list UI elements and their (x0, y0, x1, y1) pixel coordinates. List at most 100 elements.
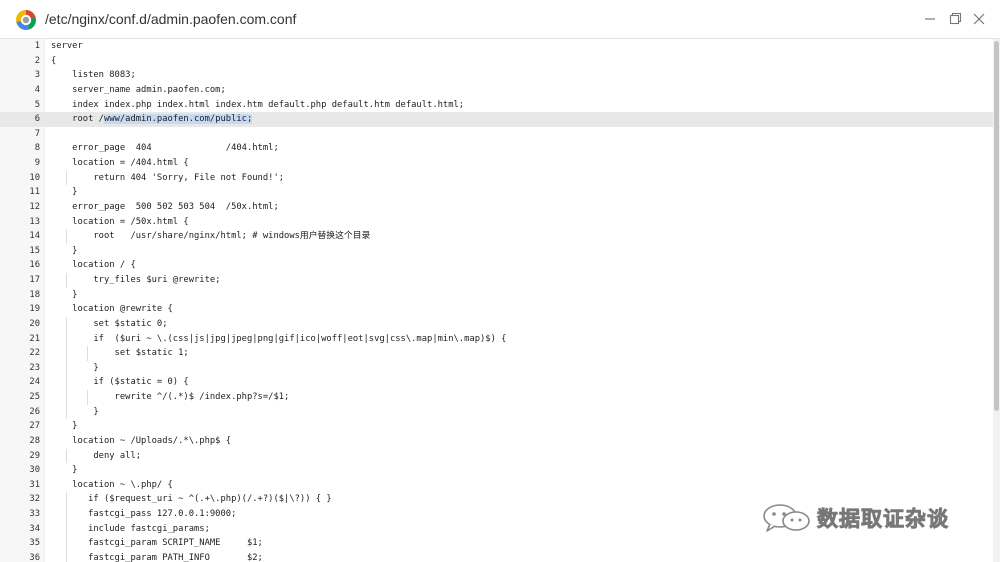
line-text[interactable]: } (51, 361, 98, 376)
code-line[interactable]: 2{ (0, 54, 993, 69)
line-text[interactable]: location / { (51, 258, 136, 273)
line-number: 26 (29, 406, 40, 417)
code-line[interactable]: 23 } (0, 360, 993, 376)
line-number: 3 (34, 70, 40, 81)
wechat-official-account-icon (763, 504, 810, 532)
code-line[interactable]: 11 } (0, 185, 993, 200)
code-line[interactable]: 30 } (0, 463, 993, 478)
line-text[interactable]: index index.php index.html index.htm def… (51, 98, 464, 113)
code-lines[interactable]: 1 server 2{3 listen 8083; 4 server_name adm… (0, 39, 993, 562)
line-number: 12 (29, 201, 40, 212)
line-text[interactable]: } (51, 419, 77, 434)
line-text[interactable]: location = /404.html { (51, 156, 189, 171)
code-line[interactable]: 17 try_files $uri @rewrite; (0, 273, 993, 288)
code-line[interactable]: 26 } (0, 404, 993, 420)
code-line[interactable]: 12 error_page 500 502 503 504 /50x.html; (0, 200, 993, 215)
indent-guide (66, 360, 68, 376)
code-line[interactable]: 1 server (0, 39, 993, 54)
line-number: 21 (29, 333, 40, 344)
line-text[interactable]: if ($static = 0) { (51, 375, 188, 390)
code-line[interactable]: 21 if ($uri ~ \.(css|js|jpg|jpeg|png|gif… (0, 331, 993, 347)
line-text[interactable]: location @rewrite { (51, 302, 173, 317)
line-text[interactable]: location ~ \.php/ { (51, 478, 173, 493)
line-text[interactable]: set $static 0; (51, 317, 167, 332)
indent-guide (66, 536, 68, 551)
code-line[interactable]: 3 listen 8083; (0, 68, 993, 83)
code-line[interactable]: 20 set $static 0; (0, 316, 993, 332)
code-line[interactable]: 14 root /usr/share/nginx/html; # windows… (0, 229, 993, 244)
close-icon[interactable] (969, 9, 989, 29)
line-text[interactable]: fastcgi_param PATH_INFO $2; (51, 551, 263, 562)
code-line[interactable]: 15 } (0, 244, 993, 259)
line-text[interactable]: deny all; (51, 449, 141, 464)
code-line[interactable]: 35 fastcgi_param SCRIPT_NAME $1; (0, 536, 993, 551)
code-line[interactable]: 27 } (0, 419, 993, 434)
vertical-scrollbar[interactable] (993, 39, 1000, 562)
line-number: 7 (34, 128, 40, 139)
code-line[interactable]: 16 location / { (0, 258, 993, 273)
code-line[interactable]: 7 (0, 127, 993, 142)
line-text[interactable]: try_files $uri @rewrite; (51, 273, 220, 288)
line-text[interactable]: server_name admin.paofen.com; (51, 83, 226, 98)
code-line[interactable]: 36 fastcgi_param PATH_INFO $2; (0, 550, 993, 562)
line-text[interactable]: fastcgi_param SCRIPT_NAME $1; (51, 536, 263, 551)
line-text[interactable]: server (51, 39, 83, 54)
code-line[interactable]: 19 location @rewrite { (0, 302, 993, 317)
indent-guide (66, 346, 68, 361)
code-line[interactable]: 22 set $static 1; (0, 346, 993, 361)
line-text[interactable]: error_page 500 502 503 504 /50x.html; (51, 200, 279, 215)
indent-guide (66, 550, 68, 562)
line-text[interactable]: { (51, 54, 56, 69)
line-number: 5 (34, 99, 40, 110)
line-text[interactable]: } (51, 463, 77, 478)
line-text[interactable]: include fastcgi_params; (51, 522, 210, 537)
line-number: 32 (29, 494, 40, 505)
line-text[interactable]: if ($request_uri ~ ^(.+\.php)(/.+?)($|\?… (51, 492, 332, 507)
code-line[interactable]: 6 root /www/admin.paofen.com/public; (0, 112, 993, 127)
line-number: 35 (29, 538, 40, 549)
maximize-icon[interactable] (945, 9, 965, 29)
code-line[interactable]: 5 index index.php index.html index.htm d… (0, 98, 993, 113)
line-text[interactable]: set $static 1; (51, 346, 189, 361)
line-text[interactable]: if ($uri ~ \.(css|js|jpg|jpeg|png|gif|ic… (51, 332, 506, 347)
code-line[interactable]: 4 server_name admin.paofen.com; (0, 83, 993, 98)
code-line[interactable]: 9 location = /404.html { (0, 156, 993, 171)
line-text[interactable]: error_page 404 /404.html; (51, 141, 279, 156)
line-text[interactable]: } (51, 288, 77, 303)
line-text[interactable]: } (51, 405, 98, 420)
line-number: 13 (29, 216, 40, 227)
indent-guide (66, 229, 68, 244)
code-line[interactable]: 8 error_page 404 /404.html; (0, 141, 993, 156)
indent-guide (66, 521, 68, 537)
code-line[interactable]: 24 if ($static = 0) { (0, 375, 993, 390)
line-number: 1 (34, 41, 40, 51)
line-text[interactable]: fastcgi_pass 127.0.0.1:9000; (51, 507, 236, 522)
line-text[interactable]: location = /50x.html { (51, 215, 189, 230)
line-text[interactable]: listen 8083; (51, 68, 136, 83)
indent-guide (66, 404, 68, 420)
indent-guide (66, 331, 68, 347)
line-text[interactable]: root /usr/share/nginx/html; # windows用户替… (51, 229, 370, 244)
indent-guide (66, 316, 68, 332)
minimize-icon[interactable] (920, 9, 940, 29)
line-text[interactable]: } (51, 185, 77, 200)
line-text[interactable]: } (51, 244, 77, 259)
line-text[interactable]: root /www/admin.paofen.com/public; (51, 112, 253, 127)
line-text[interactable]: location ~ /Uploads/.*\.php$ { (51, 434, 231, 449)
line-number: 16 (29, 260, 40, 271)
code-line[interactable]: 18 } (0, 288, 993, 303)
indent-guide (66, 448, 68, 464)
code-line[interactable]: 31 location ~ \.php/ { (0, 478, 993, 493)
code-line[interactable]: 29 deny all; (0, 448, 993, 464)
code-editor[interactable]: 1 server 2{3 listen 8083; 4 server_name adm… (0, 39, 993, 562)
code-line[interactable]: 13 location = /50x.html { (0, 215, 993, 230)
code-line[interactable]: 28 location ~ /Uploads/.*\.php$ { (0, 434, 993, 449)
line-number: 31 (29, 479, 40, 490)
selected-text[interactable]: www/admin.paofen.com/public; (103, 114, 253, 125)
line-text[interactable]: return 404 'Sorry, File not Found!'; (51, 171, 284, 186)
line-number: 20 (29, 318, 40, 329)
indent-guide (66, 390, 68, 405)
code-line[interactable]: 25 rewrite ^/(.*)$ /index.php?s=/$1; (0, 390, 993, 405)
code-line[interactable]: 10 return 404 'Sorry, File not Found!'; (0, 170, 993, 186)
scrollbar-thumb[interactable] (994, 41, 999, 411)
